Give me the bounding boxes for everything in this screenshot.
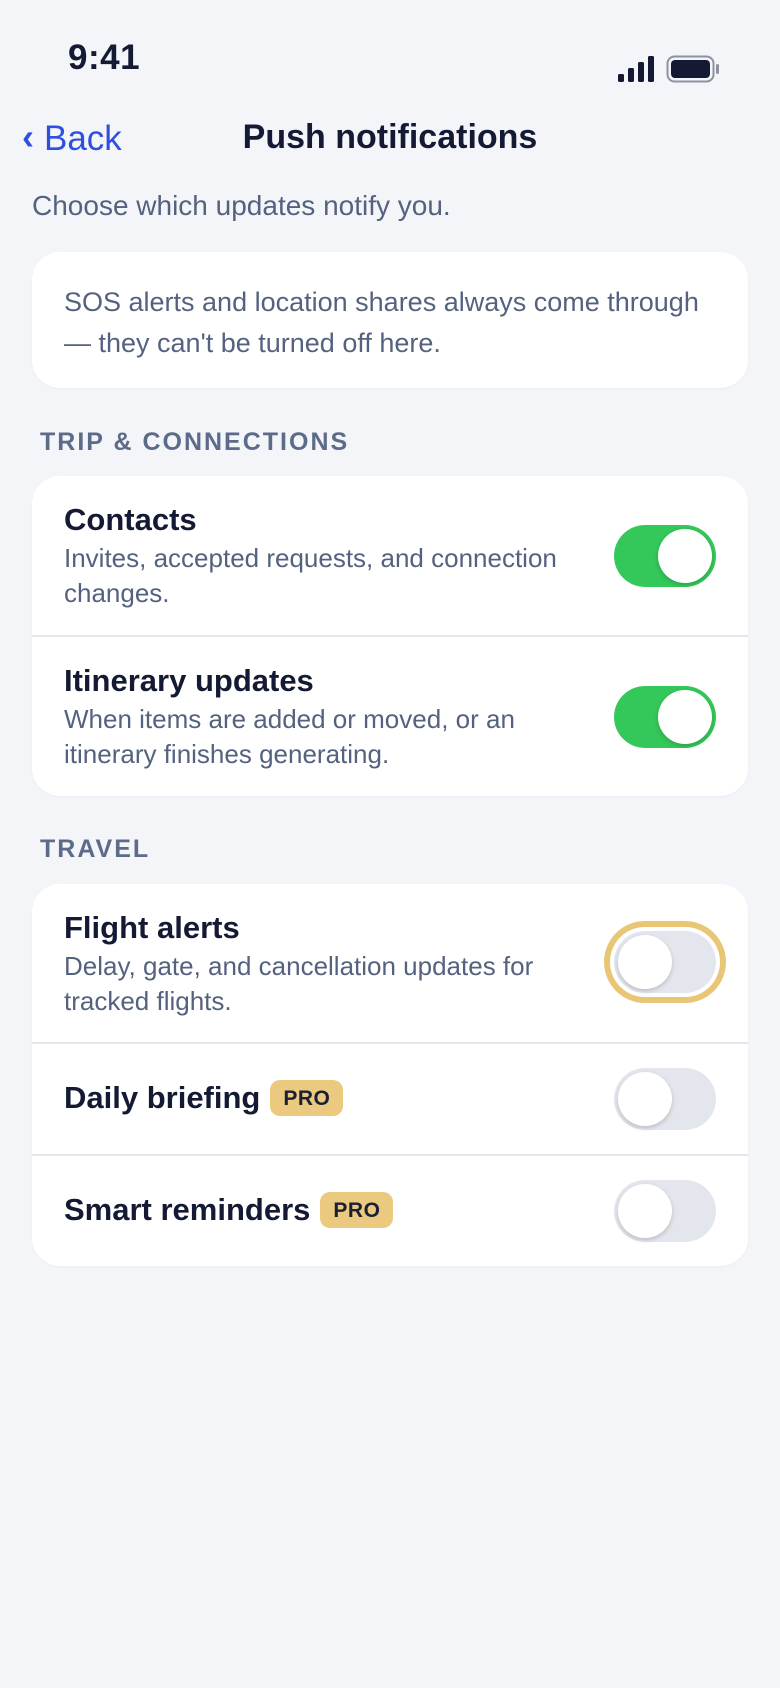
setting-row-itinerary-updates: Itinerary updates When items are added o… [32, 637, 748, 796]
pro-badge: PRO [270, 1080, 344, 1116]
pro-badge: PRO [320, 1192, 394, 1228]
setting-row-smart-reminders: Smart reminders PRO [32, 1156, 748, 1266]
page-title: Push notifications [242, 118, 538, 156]
setting-description: Delay, gate, and cancellation updates fo… [64, 951, 534, 1016]
settings-group-travel: Flight alerts Delay, gate, and cancellat… [32, 884, 748, 1266]
cellular-signal-icon [618, 56, 654, 82]
setting-title-row: Smart reminders PRO [64, 1192, 394, 1228]
toggle-knob [618, 1184, 672, 1238]
toggle-knob [618, 1072, 672, 1126]
setting-description: When items are added or moved, or an iti… [64, 704, 515, 769]
status-bar: 9:41 [0, 0, 780, 110]
status-time: 9:41 [68, 38, 141, 77]
smart-reminders-toggle[interactable] [614, 1180, 716, 1242]
section-header-travel: TRAVEL [40, 835, 151, 863]
section-header-trip-connections: TRIP & CONNECTIONS [40, 428, 350, 456]
setting-title: Smart reminders [64, 1192, 311, 1227]
navigation-bar: ‹ Back Push notifications [0, 110, 780, 170]
info-card: SOS alerts and location shares always co… [32, 252, 748, 388]
toggle-knob [658, 529, 712, 583]
setting-row-contacts: Contacts Invites, accepted requests, and… [32, 476, 748, 637]
setting-title-row: Daily briefing PRO [64, 1080, 344, 1116]
contacts-toggle[interactable] [614, 525, 716, 587]
flight-alerts-toggle[interactable] [614, 931, 716, 993]
setting-title: Daily briefing [64, 1080, 261, 1115]
toggle-knob [618, 935, 672, 989]
setting-title: Contacts [64, 502, 197, 537]
daily-briefing-toggle[interactable] [614, 1068, 716, 1130]
setting-row-flight-alerts: Flight alerts Delay, gate, and cancellat… [32, 884, 748, 1044]
settings-group-trip-connections: Contacts Invites, accepted requests, and… [32, 476, 748, 796]
page-subtitle: Choose which updates notify you. [32, 190, 451, 221]
toggle-knob [658, 690, 712, 744]
setting-description: Invites, accepted requests, and connecti… [64, 543, 557, 608]
itinerary-updates-toggle[interactable] [614, 686, 716, 748]
setting-title: Flight alerts [64, 910, 240, 945]
battery-icon [666, 55, 719, 83]
setting-title: Itinerary updates [64, 663, 314, 698]
setting-row-daily-briefing: Daily briefing PRO [32, 1044, 748, 1156]
